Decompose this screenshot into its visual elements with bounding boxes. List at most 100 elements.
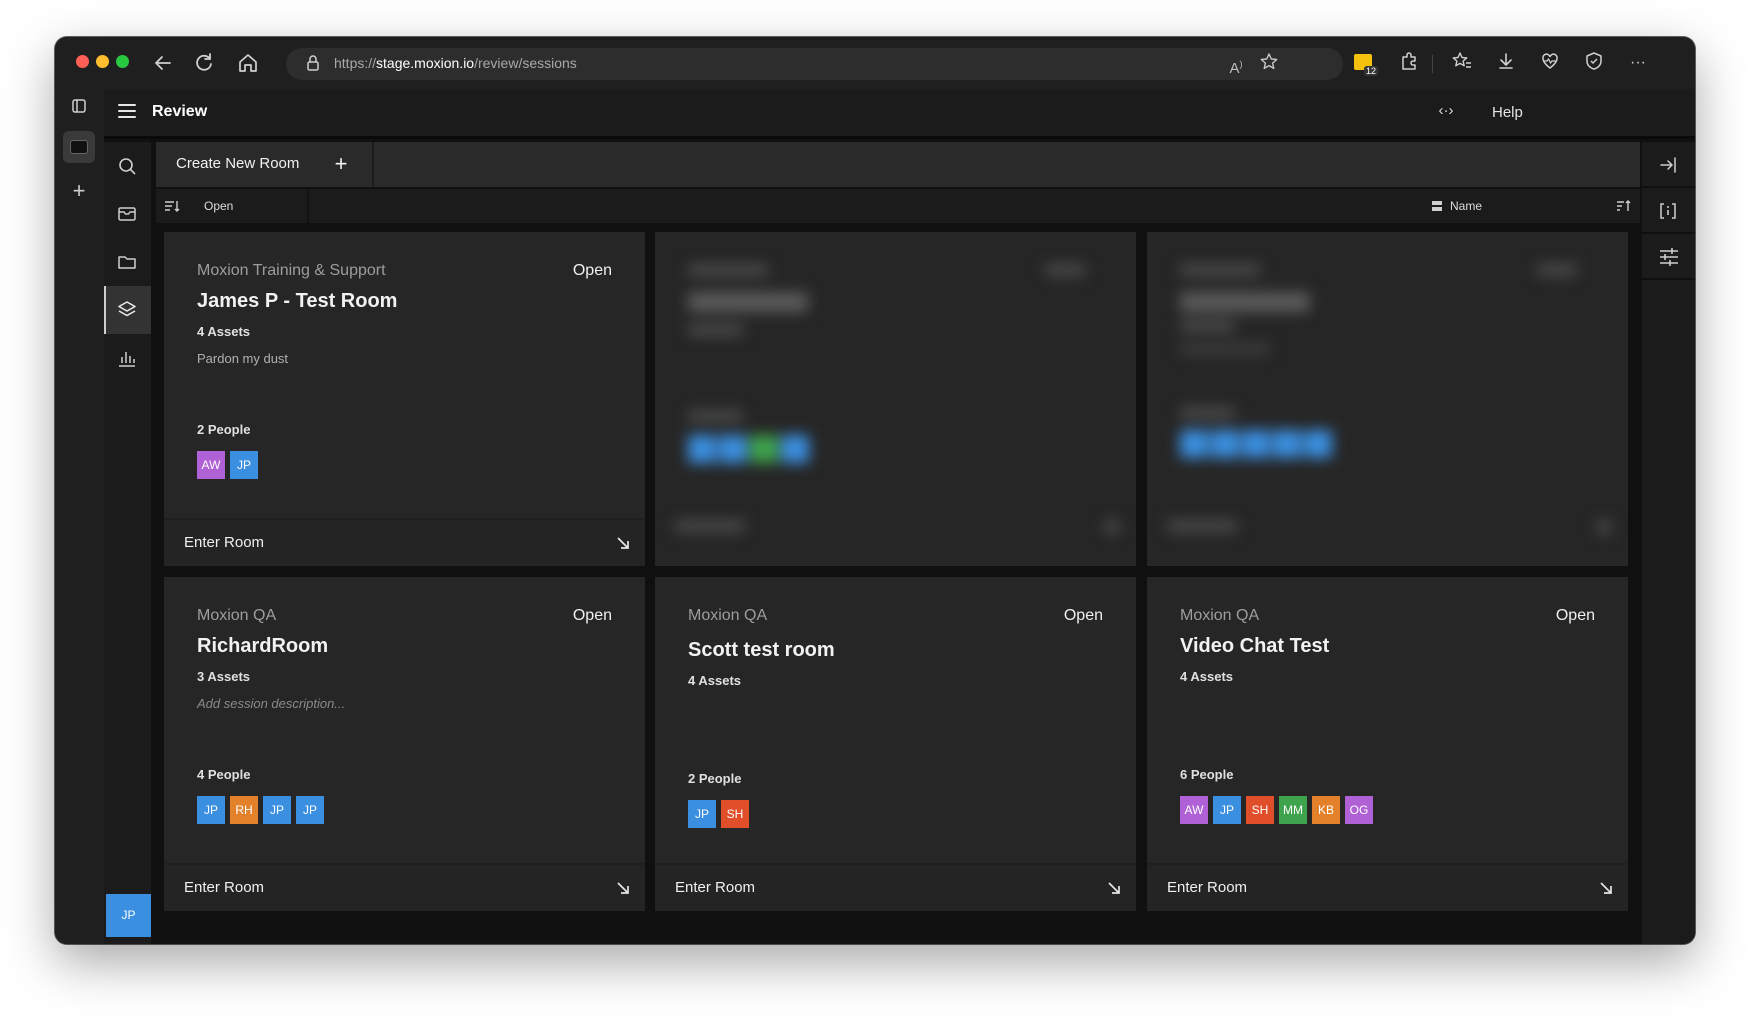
info-panel-button[interactable] [1642,188,1695,234]
participant-avatar[interactable]: JP [230,451,258,479]
favorites-icon[interactable] [1450,51,1474,75]
sidebar-item-review[interactable] [104,286,151,334]
plus-icon[interactable]: + [328,151,354,177]
room-card-blurred[interactable] [1147,232,1628,566]
create-new-room-button[interactable]: Create New Room [176,155,299,172]
enter-room-button[interactable]: Enter Room [164,863,645,911]
participant-avatar[interactable]: KB [1312,796,1340,824]
room-avatars: JP RH JP JP [197,796,324,824]
left-sidebar: JP [104,142,151,944]
toolbar-divider [372,142,374,187]
browser-essentials-icon[interactable] [1582,51,1606,75]
browser-window: https://stage.moxion.io/review/sessions … [55,37,1695,944]
room-title[interactable]: Video Chat Test [1180,635,1329,658]
user-avatar[interactable]: JP [106,894,151,937]
bar-chart-icon [119,352,135,367]
room-status: Open [1063,607,1103,624]
arrow-down-right-icon [1598,880,1614,901]
extension-notes-icon[interactable]: 12 [1354,54,1378,76]
enter-room-label: Enter Room [184,879,265,896]
room-card[interactable]: Moxion QA Open RichardRoom 3 Assets Add … [164,577,645,911]
home-icon[interactable] [236,51,260,75]
address-bar[interactable]: https://stage.moxion.io/review/sessions … [286,48,1343,80]
active-tab-favicon-icon[interactable] [63,131,95,163]
room-organization: Moxion QA [1180,607,1260,624]
room-status: Open [1555,607,1595,624]
read-aloud-icon[interactable]: A) [1224,52,1248,81]
room-description[interactable]: Pardon my dust [197,351,288,366]
filter-sort-icon[interactable] [164,198,180,219]
room-card-blurred[interactable] [655,232,1136,566]
room-description[interactable]: Add session description... [197,696,345,711]
room-avatars: AW JP [197,451,258,479]
right-sidebar [1642,142,1695,944]
page-title: Review [152,103,208,120]
back-arrow-icon[interactable] [151,51,175,75]
extensions-puzzle-icon[interactable] [1397,51,1421,75]
arrow-down-right-icon [615,535,631,556]
participant-avatar[interactable]: RH [230,796,258,824]
room-card[interactable]: Moxion QA Open Scott test room 4 Assets … [655,577,1136,911]
participant-avatar[interactable]: AW [1180,796,1208,824]
sort-field-icon [1431,199,1443,218]
sidebar-item-folders[interactable] [104,238,151,286]
download-icon[interactable] [1494,51,1518,75]
sort-field-select[interactable]: Name [1450,199,1482,213]
participant-avatar[interactable]: AW [197,451,225,479]
panel-collapse-icon [1660,157,1676,173]
status-filter-select[interactable]: Open [204,199,233,213]
health-heart-icon[interactable] [1538,51,1562,75]
blurred-content [1147,232,1628,566]
filters-panel-button[interactable] [1642,234,1695,280]
review-app: Review ‹·› Help JP Create New Room + Ope… [104,89,1695,944]
sidebar-item-analytics[interactable] [104,334,151,382]
participant-avatar[interactable]: JP [263,796,291,824]
new-tab-plus-icon[interactable]: + [67,179,91,203]
filter-bar: Open Name [156,189,1640,223]
participant-avatar[interactable]: OG [1345,796,1373,824]
url-text[interactable]: https://stage.moxion.io/review/sessions [334,55,577,71]
room-title[interactable]: RichardRoom [197,635,328,658]
room-status: Open [572,607,612,624]
participant-avatar[interactable]: SH [1246,796,1274,824]
sidebar-item-search[interactable] [104,142,151,190]
room-title[interactable]: Scott test room [688,639,835,662]
code-brackets-icon[interactable]: ‹·› [1431,102,1461,119]
enter-room-button[interactable]: Enter Room [655,863,1136,911]
more-menu-icon[interactable]: ··· [1620,51,1656,75]
participant-avatar[interactable]: JP [1213,796,1241,824]
reload-icon[interactable] [192,51,216,75]
room-people-count: 6 People [1180,767,1234,782]
room-title[interactable]: James P - Test Room [197,290,397,313]
enter-room-label: Enter Room [675,879,756,896]
toolbar-separator [1432,55,1433,73]
hamburger-menu-icon[interactable] [118,104,136,118]
sort-direction-icon[interactable] [1616,198,1632,219]
participant-avatar[interactable]: JP [688,800,716,828]
participant-avatar[interactable]: SH [721,800,749,828]
arrow-down-right-icon [615,880,631,901]
sliders-icon [1660,248,1678,266]
participant-avatar[interactable]: JP [296,796,324,824]
lock-icon[interactable] [306,54,320,75]
close-window-button[interactable] [76,55,89,68]
participant-avatar[interactable]: MM [1279,796,1307,824]
room-status: Open [572,262,612,279]
enter-room-button[interactable]: Enter Room [164,518,645,566]
help-link[interactable]: Help [1492,104,1523,121]
minimize-window-button[interactable] [96,55,109,68]
room-card[interactable]: Moxion QA Open Video Chat Test 4 Assets … [1147,577,1628,911]
room-people-count: 2 People [197,422,251,437]
participant-avatar[interactable]: JP [197,796,225,824]
arrow-down-right-icon [1106,880,1122,901]
sidebar-item-inbox[interactable] [104,190,151,238]
room-card[interactable]: Moxion Training & Support Open James P -… [164,232,645,566]
enter-room-label: Enter Room [184,534,265,551]
collapse-panel-button[interactable] [1642,142,1695,188]
room-organization: Moxion QA [688,607,768,624]
enter-room-button[interactable]: Enter Room [1147,863,1628,911]
add-favorite-icon[interactable] [1257,52,1281,80]
tab-actions-icon[interactable] [67,97,91,121]
layers-icon [118,301,136,317]
maximize-window-button[interactable] [116,55,129,68]
